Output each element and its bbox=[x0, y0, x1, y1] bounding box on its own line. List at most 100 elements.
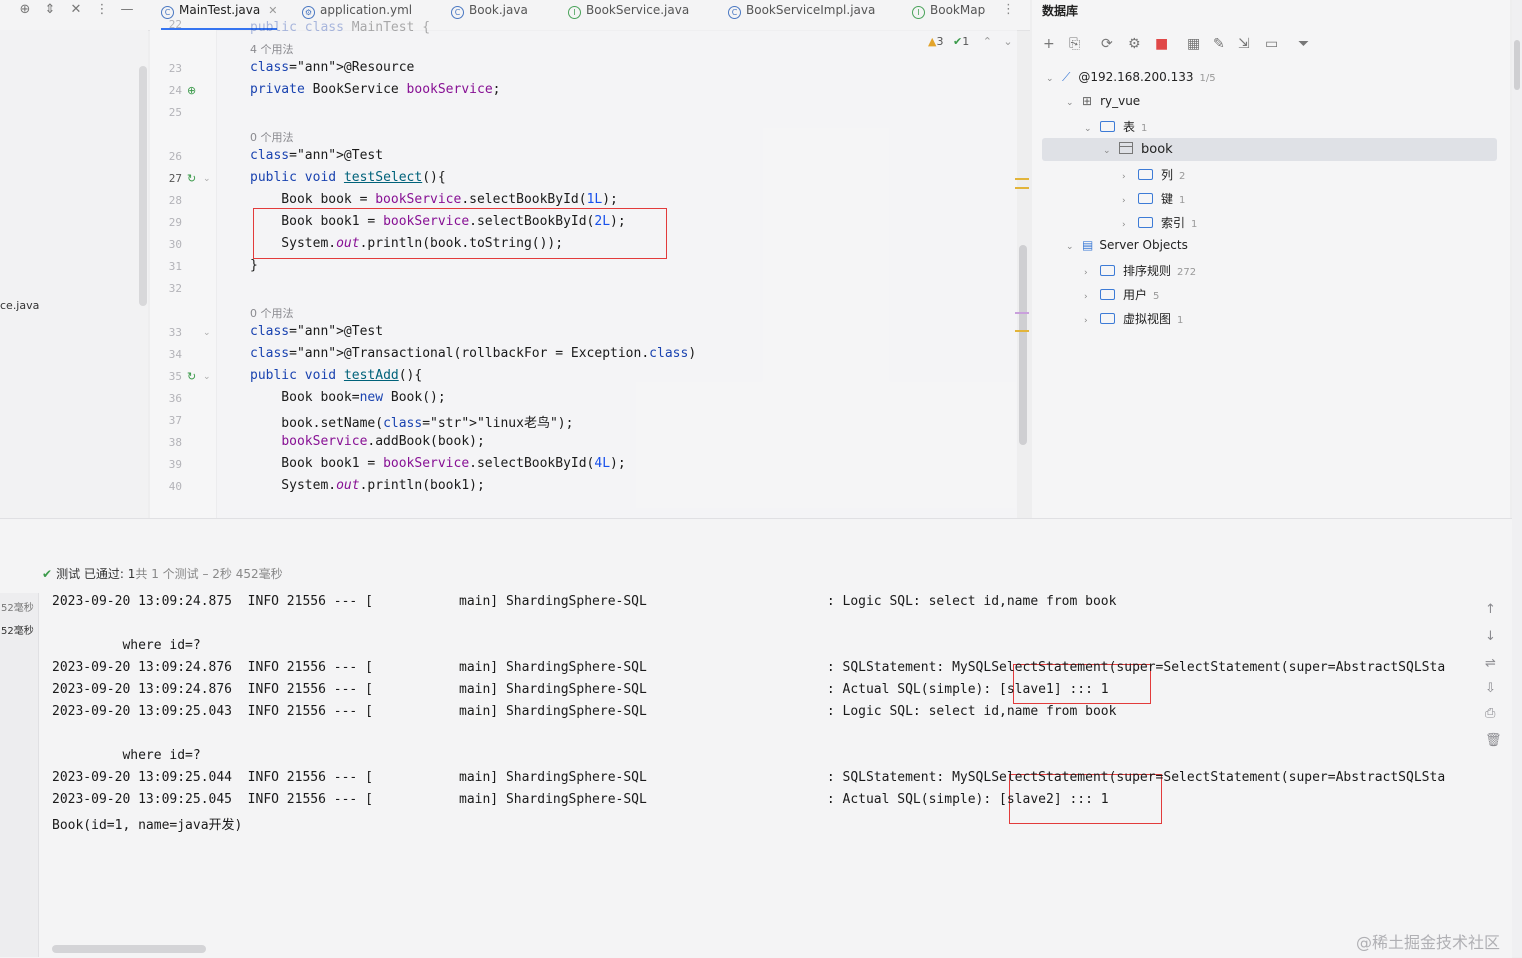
editor-scrollbar[interactable] bbox=[1019, 245, 1027, 445]
usage-hint[interactable]: 0 个用法 bbox=[250, 305, 294, 321]
minimize-icon[interactable]: — bbox=[118, 0, 136, 20]
tab-close-icon[interactable]: ✕ bbox=[268, 4, 277, 17]
collapse-icon[interactable]: ⌄ bbox=[1046, 74, 1054, 84]
tab-bookmap[interactable]: I BookMap bbox=[912, 0, 985, 28]
code-line[interactable]: Book book = bookService.selectBookById(1… bbox=[250, 192, 618, 207]
arrow-down-icon[interactable]: ↓ bbox=[1485, 629, 1496, 644]
scroll-to-end-icon[interactable]: ⇩ bbox=[1485, 681, 1496, 696]
run-test-icon[interactable]: ↻ bbox=[187, 370, 196, 383]
console-line[interactable]: 2023-09-20 13:09:25.045 INFO 21556 --- [… bbox=[52, 792, 1109, 807]
collapse-icon[interactable]: ⌄ bbox=[1066, 242, 1074, 252]
tree-node-folder[interactable]: › 列 2 bbox=[1122, 166, 1185, 183]
tree-node-folder[interactable]: › 排序规则 272 bbox=[1084, 262, 1196, 279]
code-line[interactable]: private BookService bookService; bbox=[250, 82, 500, 97]
crosshair-icon[interactable]: ⊕ bbox=[16, 0, 34, 20]
code-line[interactable]: Book book=new Book(); bbox=[250, 390, 445, 405]
soft-wrap-icon[interactable]: ⇌ bbox=[1485, 656, 1496, 671]
tabs-more-icon[interactable]: ⋮ bbox=[1002, 2, 1015, 17]
close-icon[interactable]: ✕ bbox=[67, 0, 85, 20]
test-passed-icon: ✔ bbox=[42, 567, 53, 581]
console-line[interactable]: 2023-09-20 13:09:25.043 INFO 21556 --- [… bbox=[52, 704, 1116, 719]
console-icon[interactable]: ▭ bbox=[1265, 36, 1278, 52]
filter-icon[interactable]: ⏷ bbox=[1298, 36, 1309, 52]
line-number: 27 bbox=[168, 172, 182, 185]
code-line[interactable]: Book book1 = bookService.selectBookById(… bbox=[250, 214, 625, 229]
more-vertical-icon[interactable]: ⋮ bbox=[93, 0, 111, 20]
expand-icon[interactable]: › bbox=[1122, 196, 1130, 206]
tree-node-folder[interactable]: › 用户 5 bbox=[1084, 286, 1159, 303]
fold-icon[interactable]: ⌄ bbox=[203, 328, 211, 338]
next-highlight-icon[interactable]: ⌄ bbox=[1003, 35, 1012, 48]
add-icon[interactable]: + bbox=[1043, 36, 1055, 52]
run-test-icon[interactable]: ↻ bbox=[187, 172, 196, 185]
code-line[interactable]: book.setName(class="str">"linux老鸟"); bbox=[250, 412, 573, 431]
refresh-icon[interactable]: ⟳ bbox=[1101, 36, 1113, 52]
trash-icon[interactable]: 🗑 bbox=[1485, 733, 1502, 748]
tree-node-table[interactable]: ⌄ book bbox=[1103, 142, 1173, 157]
project-scrollbar[interactable] bbox=[139, 66, 147, 306]
fold-icon[interactable]: ⌄ bbox=[203, 372, 211, 382]
usage-hint[interactable]: 0 个用法 bbox=[250, 129, 294, 145]
print-icon[interactable]: ⎙ bbox=[1485, 706, 1495, 721]
edit-icon[interactable]: ✎ bbox=[1213, 36, 1225, 52]
code-line[interactable]: class="ann">@Transactional(rollbackFor =… bbox=[250, 346, 696, 361]
tab-bookservice-java[interactable]: I BookService.java bbox=[568, 0, 689, 28]
tree-node-server[interactable]: ⌄ ▤ Server Objects bbox=[1066, 238, 1188, 252]
code-line[interactable]: class="ann">@Resource bbox=[250, 60, 414, 75]
test-duration-label[interactable]: 52毫秒 bbox=[1, 599, 34, 614]
check-icon: ✔ bbox=[952, 35, 963, 48]
tree-node-schema[interactable]: ⌄ ⊞ ry_vue bbox=[1066, 94, 1140, 108]
tree-node-folder[interactable]: › 索引 1 bbox=[1122, 214, 1197, 231]
expand-icon[interactable]: › bbox=[1122, 172, 1130, 182]
tab-bookserviceimpl-java[interactable]: C BookServiceImpl.java bbox=[728, 0, 875, 28]
code-line[interactable]: System.out.println(book1); bbox=[250, 478, 485, 493]
tree-node-folder[interactable]: › 键 1 bbox=[1122, 190, 1185, 207]
project-file-fragment[interactable]: ce.java bbox=[0, 299, 39, 312]
code-line[interactable]: class="ann">@Test bbox=[250, 148, 383, 163]
expand-collapse-icon[interactable]: ⇕ bbox=[41, 0, 59, 20]
usage-hint[interactable]: 4 个用法 bbox=[250, 41, 294, 57]
console-line[interactable]: 2023-09-20 13:09:24.875 INFO 21556 --- [… bbox=[52, 594, 1116, 609]
console-line[interactable]: 2023-09-20 13:09:25.044 INFO 21556 --- [… bbox=[52, 770, 1445, 785]
code-line[interactable]: bookService.addBook(book); bbox=[250, 434, 485, 449]
collapse-icon[interactable]: ⌄ bbox=[1103, 146, 1111, 156]
code-line[interactable]: Book book1 = bookService.selectBookById(… bbox=[250, 456, 625, 471]
yaml-icon: ⚙ bbox=[302, 6, 315, 19]
tree-node-folder[interactable]: ⌄ 表 1 bbox=[1084, 118, 1147, 135]
jump-icon[interactable]: ⇲ bbox=[1238, 36, 1250, 52]
expand-icon[interactable]: › bbox=[1084, 268, 1092, 278]
prev-highlight-icon[interactable]: ⌃ bbox=[983, 35, 992, 48]
arrow-up-icon[interactable]: ↑ bbox=[1485, 602, 1496, 617]
console-line[interactable]: where id=? bbox=[52, 748, 200, 763]
tree-node-folder[interactable]: › 虚拟视图 1 bbox=[1084, 310, 1183, 327]
code-line[interactable]: } bbox=[250, 258, 258, 273]
console-hscrollbar[interactable] bbox=[52, 945, 206, 953]
tree-node-datasource[interactable]: ⌄ ⟋ @192.168.200.133 1/5 bbox=[1046, 70, 1216, 85]
code-line[interactable]: public void testSelect(){ bbox=[250, 170, 446, 185]
expand-icon[interactable]: › bbox=[1122, 220, 1130, 230]
console-line[interactable]: 2023-09-20 13:09:24.876 INFO 21556 --- [… bbox=[52, 660, 1445, 675]
settings-icon[interactable]: ⚙ bbox=[1128, 36, 1141, 52]
expand-icon[interactable]: › bbox=[1084, 316, 1092, 326]
collapse-icon[interactable]: ⌄ bbox=[1084, 124, 1092, 134]
inspection-widget[interactable]: ▲3 ✔1 ⌃ ⌄ bbox=[928, 35, 1013, 48]
right-strip-scrollbar[interactable] bbox=[1514, 40, 1520, 90]
code-line[interactable]: public void testAdd(){ bbox=[250, 368, 422, 383]
code-line[interactable]: class="ann">@Test bbox=[250, 324, 383, 339]
tab-book-java[interactable]: C Book.java bbox=[451, 0, 528, 28]
code-line[interactable]: public class MainTest { bbox=[250, 20, 430, 35]
expand-icon[interactable]: › bbox=[1084, 292, 1092, 302]
code-line[interactable]: System.out.println(book.toString()); bbox=[250, 236, 563, 251]
test-duration-label[interactable]: 52毫秒 bbox=[1, 622, 34, 637]
copy-icon[interactable]: ⎘ bbox=[1069, 36, 1080, 52]
collapse-icon[interactable]: ⌄ bbox=[1066, 98, 1074, 108]
console-line[interactable]: 2023-09-20 13:09:24.876 INFO 21556 --- [… bbox=[52, 682, 1109, 697]
fold-icon[interactable]: ⌄ bbox=[203, 174, 211, 184]
test-tree bbox=[0, 593, 39, 957]
table-icon[interactable]: ▦ bbox=[1187, 36, 1200, 52]
bean-icon[interactable]: ⊕ bbox=[187, 84, 196, 97]
console-line[interactable]: Book(id=1, name=java开发) bbox=[52, 814, 242, 833]
mysql-icon: ⟋ bbox=[1062, 70, 1071, 84]
console-line[interactable]: where id=? bbox=[52, 638, 200, 653]
stop-icon[interactable]: ■ bbox=[1155, 36, 1168, 52]
